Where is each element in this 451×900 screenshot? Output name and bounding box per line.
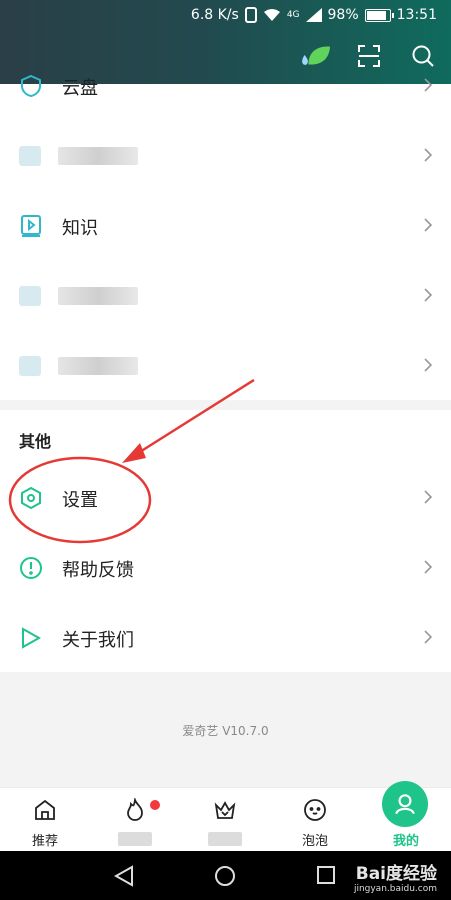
chevron-right-icon [424,560,432,574]
bottom-nav: 推荐 泡泡 我的 [0,781,451,852]
nav-tab-hot[interactable] [90,788,180,852]
home-icon [35,799,55,820]
watermark-url: jingyan.baidu.com [353,884,437,894]
blurred-icon [19,356,41,376]
blurred-label [58,357,138,375]
watermark-brand: Bai度经验 [355,864,437,884]
chevron-right-icon [424,630,432,644]
cloud-shield-icon [21,74,41,98]
chevron-right-icon [424,218,432,232]
status-bar: 6.8 K/s 4G 98% 13:51 [0,0,451,30]
list-item-about[interactable]: 关于我们 [0,602,451,672]
recents-icon[interactable] [316,865,336,885]
nav-label: 推荐 [31,834,58,849]
others-section: 其他 设置 帮助反馈 关于我们 [0,410,451,672]
watermark: Bai度经验 jingyan.baidu.com [354,859,437,894]
list-item-blurred[interactable] [0,330,451,400]
app-version: 爱奇艺 V10.7.0 [182,724,269,738]
profile-fab[interactable] [382,781,428,827]
nav-tab-recommend[interactable]: 推荐 [0,788,90,852]
nav-label: 泡泡 [301,834,328,849]
home-circle-icon[interactable] [214,865,236,887]
list-item-cloud[interactable]: 云盘 [0,50,451,120]
battery-percent: 98% [327,7,359,23]
settings-hexagon-icon [21,486,41,510]
help-exclamation-icon [20,557,42,579]
profile-icon [395,794,415,815]
blurred-label [118,832,152,846]
list-item-label: 设置 [62,490,98,511]
list-item-label: 知识 [62,218,98,239]
list-item-blurred[interactable] [0,120,451,190]
chevron-right-icon [424,78,432,92]
list-item-help[interactable]: 帮助反馈 [0,532,451,602]
clock: 13:51 [396,7,437,23]
list-item-label: 云盘 [62,78,98,99]
nav-label: 我的 [392,834,419,849]
list-item-knowledge[interactable]: 知识 [0,190,451,260]
system-nav-bar: Bai度经验 jingyan.baidu.com [0,851,451,900]
blurred-label [58,147,138,165]
nav-tab-vip[interactable] [180,788,270,852]
vibrate-icon [244,7,257,23]
blurred-icon [19,146,41,166]
list-item-settings[interactable]: 设置 [0,462,451,532]
list-item-label: 关于我们 [62,630,134,651]
blurred-label [208,832,242,846]
chevron-right-icon [424,148,432,162]
notification-dot [150,800,160,810]
chevron-right-icon [424,358,432,372]
nav-tab-bubble[interactable]: 泡泡 [270,788,360,852]
battery-icon [364,8,394,22]
network-speed: 6.8 K/s [190,7,239,23]
section-title: 其他 [19,432,52,451]
list-item-label: 帮助反馈 [62,560,134,581]
network-type: 4G [286,10,300,20]
flame-icon [127,798,143,821]
signal-icon [305,8,322,22]
wifi-icon [263,9,280,21]
about-play-icon [22,627,42,649]
my-menu-list: 云盘 知识 [0,74,451,400]
blurred-label [58,287,138,305]
blurred-icon [19,286,41,306]
back-icon[interactable] [114,865,134,887]
chevron-right-icon [424,490,432,504]
knowledge-video-icon [21,215,41,237]
chevron-right-icon [424,288,432,302]
bubble-face-icon [304,799,326,821]
crown-icon [214,801,236,819]
list-item-blurred[interactable] [0,260,451,330]
